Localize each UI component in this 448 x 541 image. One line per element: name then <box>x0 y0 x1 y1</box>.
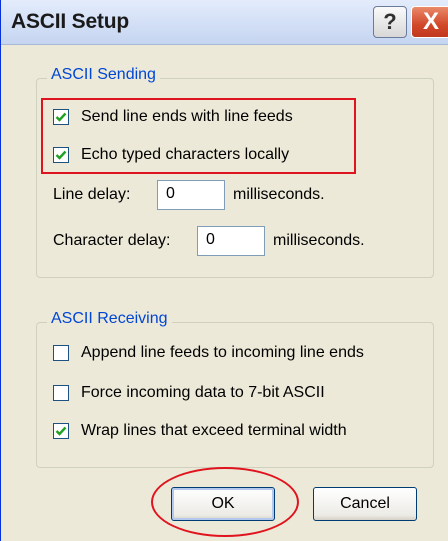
checkbox-label: Force incoming data to 7-bit ASCII <box>81 384 325 401</box>
cancel-button[interactable]: Cancel <box>313 487 417 521</box>
checkbox-label: Wrap lines that exceed terminal width <box>81 422 347 439</box>
checkbox[interactable] <box>53 345 69 361</box>
ascii-receiving-legend: ASCII Receiving <box>47 310 172 328</box>
ascii-sending-legend: ASCII Sending <box>47 66 160 84</box>
close-button[interactable]: X <box>411 6 448 38</box>
force-7bit-ascii-option[interactable]: Force incoming data to 7-bit ASCII <box>53 384 325 402</box>
wrap-lines-option[interactable]: Wrap lines that exceed terminal width <box>53 422 347 440</box>
append-line-feeds-option[interactable]: Append line feeds to incoming line ends <box>53 344 364 362</box>
red-annotation-box <box>41 98 356 174</box>
line-delay-input[interactable]: 0 <box>157 180 225 210</box>
title-bar[interactable]: ASCII Setup ? X <box>1 0 448 45</box>
character-delay-label: Character delay: <box>53 232 171 249</box>
character-delay-input[interactable]: 0 <box>197 226 265 256</box>
help-button[interactable]: ? <box>373 6 407 38</box>
help-icon: ? <box>383 9 397 34</box>
ok-button[interactable]: OK <box>171 487 275 521</box>
line-delay-label: Line delay: <box>53 186 131 203</box>
ascii-setup-dialog: ASCII Setup ? X ASCII Sending Send line … <box>0 0 448 541</box>
checkbox[interactable] <box>53 385 69 401</box>
checkmark-icon <box>55 426 67 436</box>
line-delay-unit: milliseconds. <box>233 186 325 203</box>
checkbox-label: Append line feeds to incoming line ends <box>81 344 364 361</box>
close-icon: X <box>422 8 439 35</box>
character-delay-unit: milliseconds. <box>273 232 365 249</box>
checkbox[interactable] <box>53 423 69 439</box>
dialog-title: ASCII Setup <box>11 10 129 33</box>
